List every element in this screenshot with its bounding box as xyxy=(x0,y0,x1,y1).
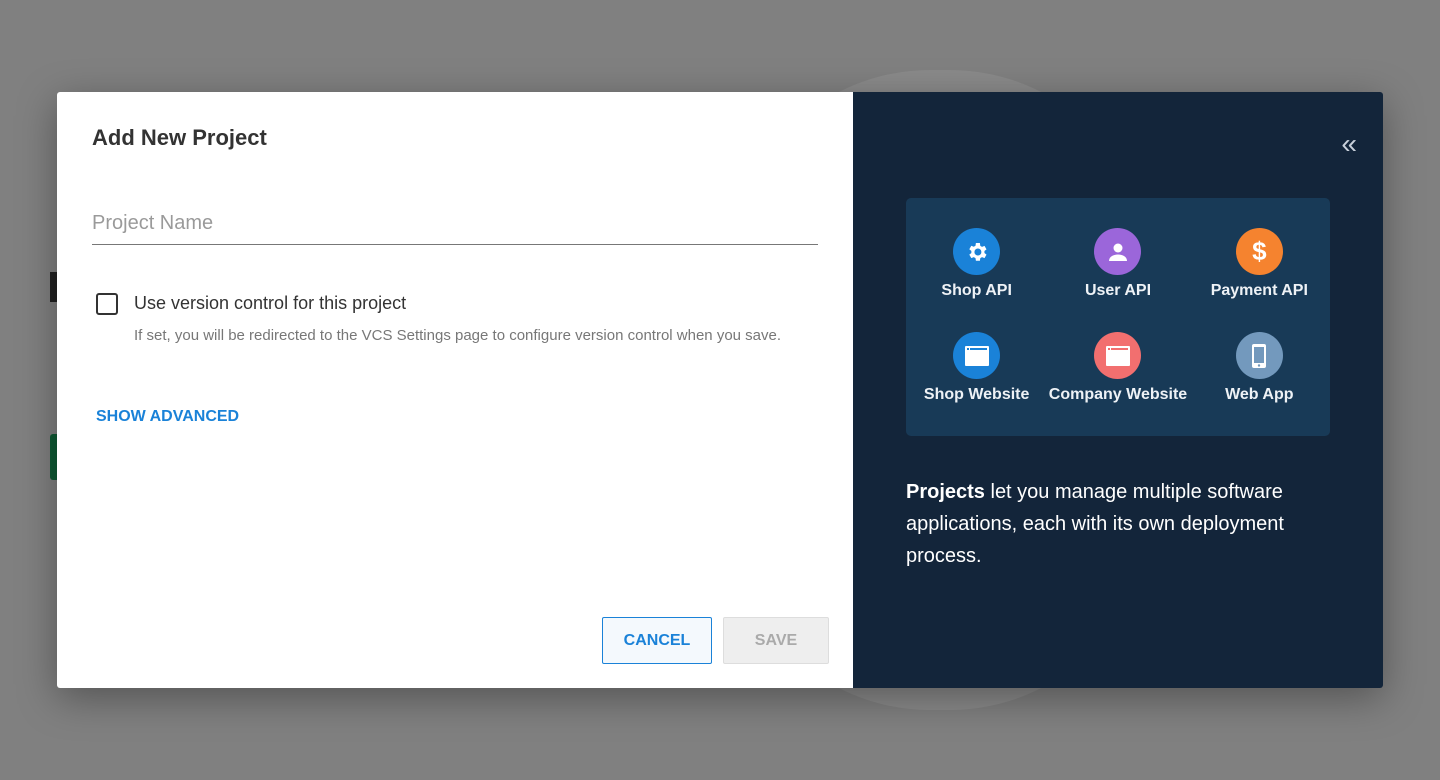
project-type-company-website: Company Website xyxy=(1047,332,1188,434)
vcs-checkbox[interactable] xyxy=(96,293,118,315)
gear-icon xyxy=(953,228,1001,275)
project-name-input[interactable] xyxy=(92,202,818,245)
user-icon xyxy=(1094,228,1142,275)
double-chevron-left-icon[interactable]: « xyxy=(1341,128,1357,160)
project-type-user-api: User API xyxy=(1047,228,1188,330)
project-type-shop-website: Shop Website xyxy=(906,332,1047,434)
save-button[interactable]: SAVE xyxy=(723,617,829,664)
description-bold: Projects xyxy=(906,481,985,503)
add-project-dialog: Add New Project Use version control for … xyxy=(57,92,1383,688)
browser-window-icon xyxy=(953,332,1001,379)
vcs-checkbox-label[interactable]: Use version control for this project xyxy=(134,293,406,314)
project-type-payment-api: $ Payment API xyxy=(1189,228,1330,330)
dialog-title: Add New Project xyxy=(92,125,267,150)
project-type-label: Web App xyxy=(1225,386,1294,403)
browser-window-icon xyxy=(1094,332,1142,379)
project-type-label: Shop API xyxy=(941,282,1012,299)
vcs-help-text: If set, you will be redirected to the VC… xyxy=(134,327,782,344)
mobile-phone-icon xyxy=(1235,332,1283,379)
project-type-label: Shop Website xyxy=(923,386,1030,403)
project-type-web-app: Web App xyxy=(1189,332,1330,434)
project-type-label: Company Website xyxy=(1048,386,1188,403)
form-panel: Add New Project Use version control for … xyxy=(57,92,853,688)
project-type-label: User API xyxy=(1084,282,1152,299)
project-type-label: Payment API xyxy=(1210,282,1308,299)
projects-description: Projects let you manage multiple softwar… xyxy=(906,476,1346,572)
dollar-icon: $ xyxy=(1235,228,1283,275)
cancel-button[interactable]: CANCEL xyxy=(602,617,712,664)
project-types-grid: Shop API User API $ Payment API Shop Web… xyxy=(906,198,1330,436)
project-type-shop-api: Shop API xyxy=(906,228,1047,330)
show-advanced-link[interactable]: SHOW ADVANCED xyxy=(96,408,239,426)
info-panel: « Shop API User API $ Payment API Shop W… xyxy=(853,92,1383,688)
